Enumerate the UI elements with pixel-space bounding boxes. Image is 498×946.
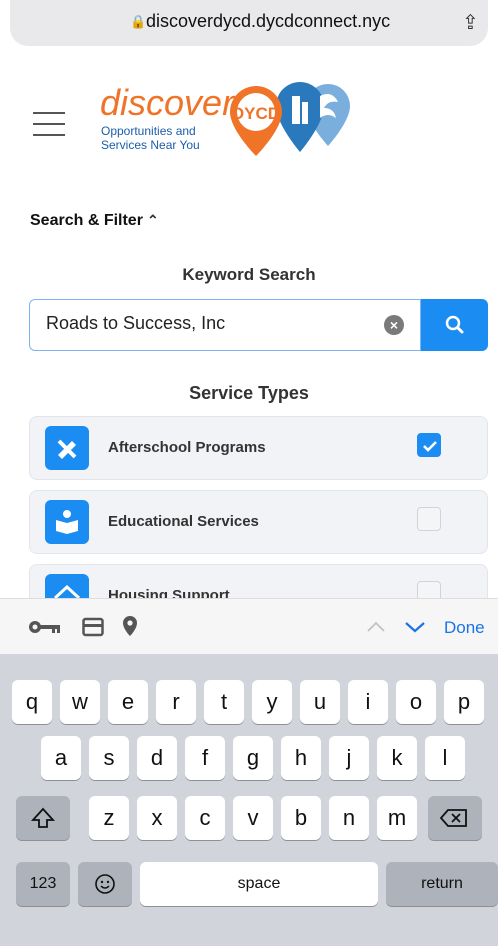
key-g[interactable]: g — [233, 736, 273, 780]
share-icon[interactable]: ⇪ — [462, 10, 479, 35]
key-a[interactable]: a — [41, 736, 81, 780]
shift-key[interactable] — [16, 796, 70, 840]
clear-icon[interactable]: × — [384, 315, 404, 335]
logo-pins-icon: DYCD — [230, 82, 350, 156]
key-icon[interactable] — [28, 619, 62, 635]
key-x[interactable]: x — [137, 796, 177, 840]
space-key[interactable]: space — [140, 862, 378, 906]
keyword-search-field[interactable]: × — [29, 299, 421, 351]
service-types-label: Service Types — [189, 383, 309, 403]
key-n[interactable]: n — [329, 796, 369, 840]
service-checkbox[interactable] — [417, 507, 441, 531]
key-f[interactable]: f — [185, 736, 225, 780]
browser-url-bar[interactable]: 🔒 discoverdycd.dycdconnect.nyc ⇪ — [10, 0, 488, 46]
backspace-key[interactable] — [428, 796, 482, 840]
key-v[interactable]: v — [233, 796, 273, 840]
pencil-ruler-icon — [45, 426, 89, 470]
search-button[interactable] — [421, 299, 488, 351]
key-k[interactable]: k — [377, 736, 417, 780]
chevron-down-icon[interactable] — [404, 621, 426, 633]
key-y[interactable]: y — [252, 680, 292, 724]
emoji-icon — [95, 874, 115, 894]
location-pin-icon[interactable] — [122, 615, 138, 637]
key-d[interactable]: d — [137, 736, 177, 780]
key-i[interactable]: i — [348, 680, 388, 724]
search-input[interactable] — [44, 312, 378, 335]
svg-text:DYCD: DYCD — [232, 104, 280, 123]
logo-word: discover — [100, 82, 235, 123]
done-button[interactable]: Done — [444, 618, 485, 638]
key-c[interactable]: c — [185, 796, 225, 840]
logo-tagline: Opportunities and Services Near You — [101, 124, 200, 152]
key-w[interactable]: w — [60, 680, 100, 724]
key-s[interactable]: s — [89, 736, 129, 780]
on-screen-keyboard: q w e r t y u i o p a s d f g h j k l z … — [0, 654, 498, 946]
key-l[interactable]: l — [425, 736, 465, 780]
reading-icon — [45, 500, 89, 544]
lock-icon: 🔒 — [130, 14, 147, 29]
service-item-label: Afterschool Programs — [108, 439, 266, 456]
key-r[interactable]: r — [156, 680, 196, 724]
search-icon — [445, 315, 464, 334]
numbers-key[interactable]: 123 — [16, 862, 70, 906]
key-m[interactable]: m — [377, 796, 417, 840]
credit-card-icon[interactable] — [82, 617, 104, 637]
chevron-up-icon[interactable] — [366, 621, 386, 633]
service-checkbox[interactable] — [417, 433, 441, 457]
key-z[interactable]: z — [89, 796, 129, 840]
service-item-afterschool[interactable]: Afterschool Programs — [29, 416, 488, 480]
key-b[interactable]: b — [281, 796, 321, 840]
search-filter-title: Search & Filter — [30, 212, 143, 229]
url-text[interactable]: discoverdycd.dycdconnect.nyc — [146, 11, 390, 32]
key-q[interactable]: q — [12, 680, 52, 724]
key-u[interactable]: u — [300, 680, 340, 724]
service-item-label: Educational Services — [108, 513, 259, 530]
service-item-educational[interactable]: Educational Services — [29, 490, 488, 554]
return-key[interactable]: return — [386, 862, 498, 906]
checkmark-icon — [423, 441, 437, 452]
shift-icon — [30, 807, 56, 828]
emoji-key[interactable] — [78, 862, 132, 906]
key-e[interactable]: e — [108, 680, 148, 724]
keyword-search-label: Keyword Search — [182, 265, 316, 284]
key-p[interactable]: p — [444, 680, 484, 724]
search-filter-toggle[interactable]: Search & Filter ⌃ — [30, 212, 159, 230]
double-chevron-up-icon: ⌃ — [146, 212, 159, 228]
key-o[interactable]: o — [396, 680, 436, 724]
backspace-icon — [439, 809, 467, 827]
key-h[interactable]: h — [281, 736, 321, 780]
key-t[interactable]: t — [204, 680, 244, 724]
menu-icon[interactable] — [33, 112, 65, 138]
keyboard-accessory-bar: Done — [0, 598, 498, 655]
key-j[interactable]: j — [329, 736, 369, 780]
